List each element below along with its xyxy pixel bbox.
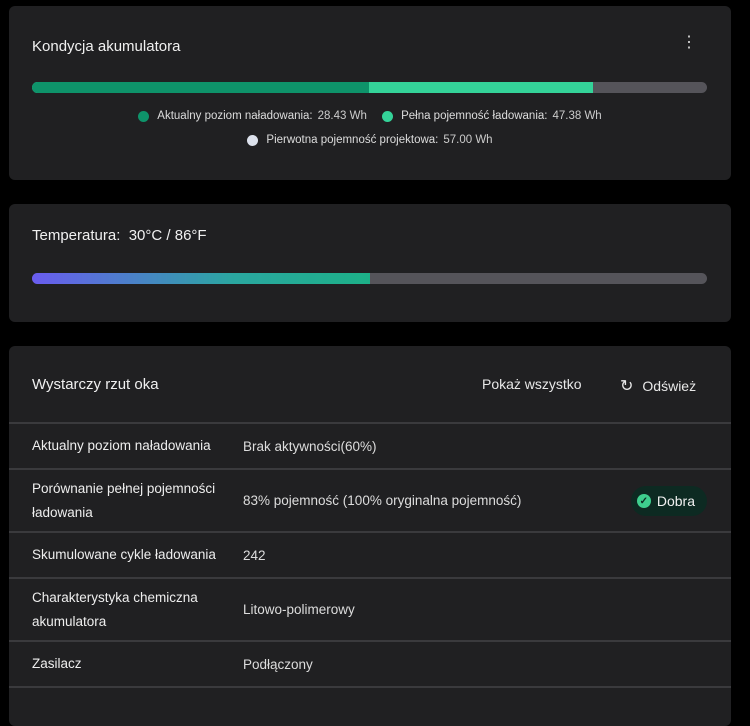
row-label: Aktualny poziom naładowania [32, 438, 211, 453]
temperature-title: Temperatura: 30°C / 86°F [32, 227, 207, 244]
legend-design: Pierwotna pojemność projektowa: 57.00 Wh [247, 134, 493, 146]
row-value: Brak aktywności(60%) [243, 439, 377, 454]
temperature-card: Temperatura: 30°C / 86°F [9, 204, 731, 322]
refresh-button[interactable]: ↻ Odśwież [620, 376, 696, 396]
legend-full: Pełna pojemność ładowania: 47.38 Wh [382, 110, 602, 122]
badge-label: Dobra [656, 493, 695, 509]
card-title: Wystarczy rzut oka [32, 376, 159, 393]
current-level-segment [32, 82, 369, 93]
at-a-glance-card: Wystarczy rzut oka Pokaż wszystko ↻ Odświ… [9, 346, 731, 726]
row-label: Charakterystyka chemiczna akumulatora [32, 590, 198, 629]
table-row: Skumulowane cykle ładowania 242 [9, 531, 731, 577]
row-value: Litowo-polimerowy [243, 602, 355, 617]
legend-value: 47.38 Wh [552, 110, 602, 122]
legend-label: Aktualny poziom naładowania: [157, 110, 313, 122]
row-value: Podłączony [243, 657, 313, 672]
refresh-icon: ↻ [620, 378, 634, 395]
table-row: Zasilacz Podłączony [9, 640, 731, 686]
table-row: Charakterystyka chemiczna akumulatora Lit… [9, 577, 731, 640]
row-value: 83% pojemność (100% oryginalna pojemność… [243, 493, 522, 508]
dot-icon [247, 134, 259, 146]
legend-row-2: Pierwotna pojemność projektowa: 57.00 Wh [9, 134, 731, 149]
battery-health-card: Kondycja akumulatora ⋮ Aktualny poziom n… [9, 6, 731, 180]
temperature-value: 30°C / 86°F [128, 227, 207, 244]
table-row-divider [9, 686, 731, 726]
refresh-label: Odśwież [642, 378, 697, 394]
table-row: Aktualny poziom naładowania Brak aktywnoś… [9, 422, 731, 468]
capacity-bar [32, 82, 707, 93]
card-title: Kondycja akumulatora [32, 38, 181, 55]
row-label: Zasilacz [32, 656, 82, 671]
row-label: Skumulowane cykle ładowania [32, 547, 216, 562]
dot-icon [382, 110, 394, 122]
temperature-bar [32, 273, 707, 284]
more-options-icon[interactable]: ⋮ [681, 35, 697, 51]
temperature-label: Temperatura: [32, 227, 121, 244]
table-row: Porównanie pełnej pojemności ładowania 83… [9, 468, 731, 531]
status-badge: ✓ Dobra [630, 486, 707, 516]
dot-icon [138, 110, 150, 122]
legend-current: Aktualny poziom naładowania: 28.43 Wh [138, 110, 367, 122]
check-icon: ✓ [636, 494, 651, 508]
temperature-fill [32, 273, 370, 284]
row-label: Porównanie pełnej pojemności ładowania [32, 481, 216, 520]
legend-label: Pełna pojemność ładowania: [401, 110, 548, 122]
legend-value: 28.43 Wh [317, 110, 367, 122]
row-value: 242 [243, 548, 266, 563]
legend-label: Pierwotna pojemność projektowa: [266, 134, 439, 146]
legend-row-1: Aktualny poziom naładowania: 28.43 Wh Peł… [9, 110, 731, 125]
legend-value: 57.00 Wh [443, 134, 493, 146]
show-all-button[interactable]: Pokaż wszystko [482, 376, 582, 392]
